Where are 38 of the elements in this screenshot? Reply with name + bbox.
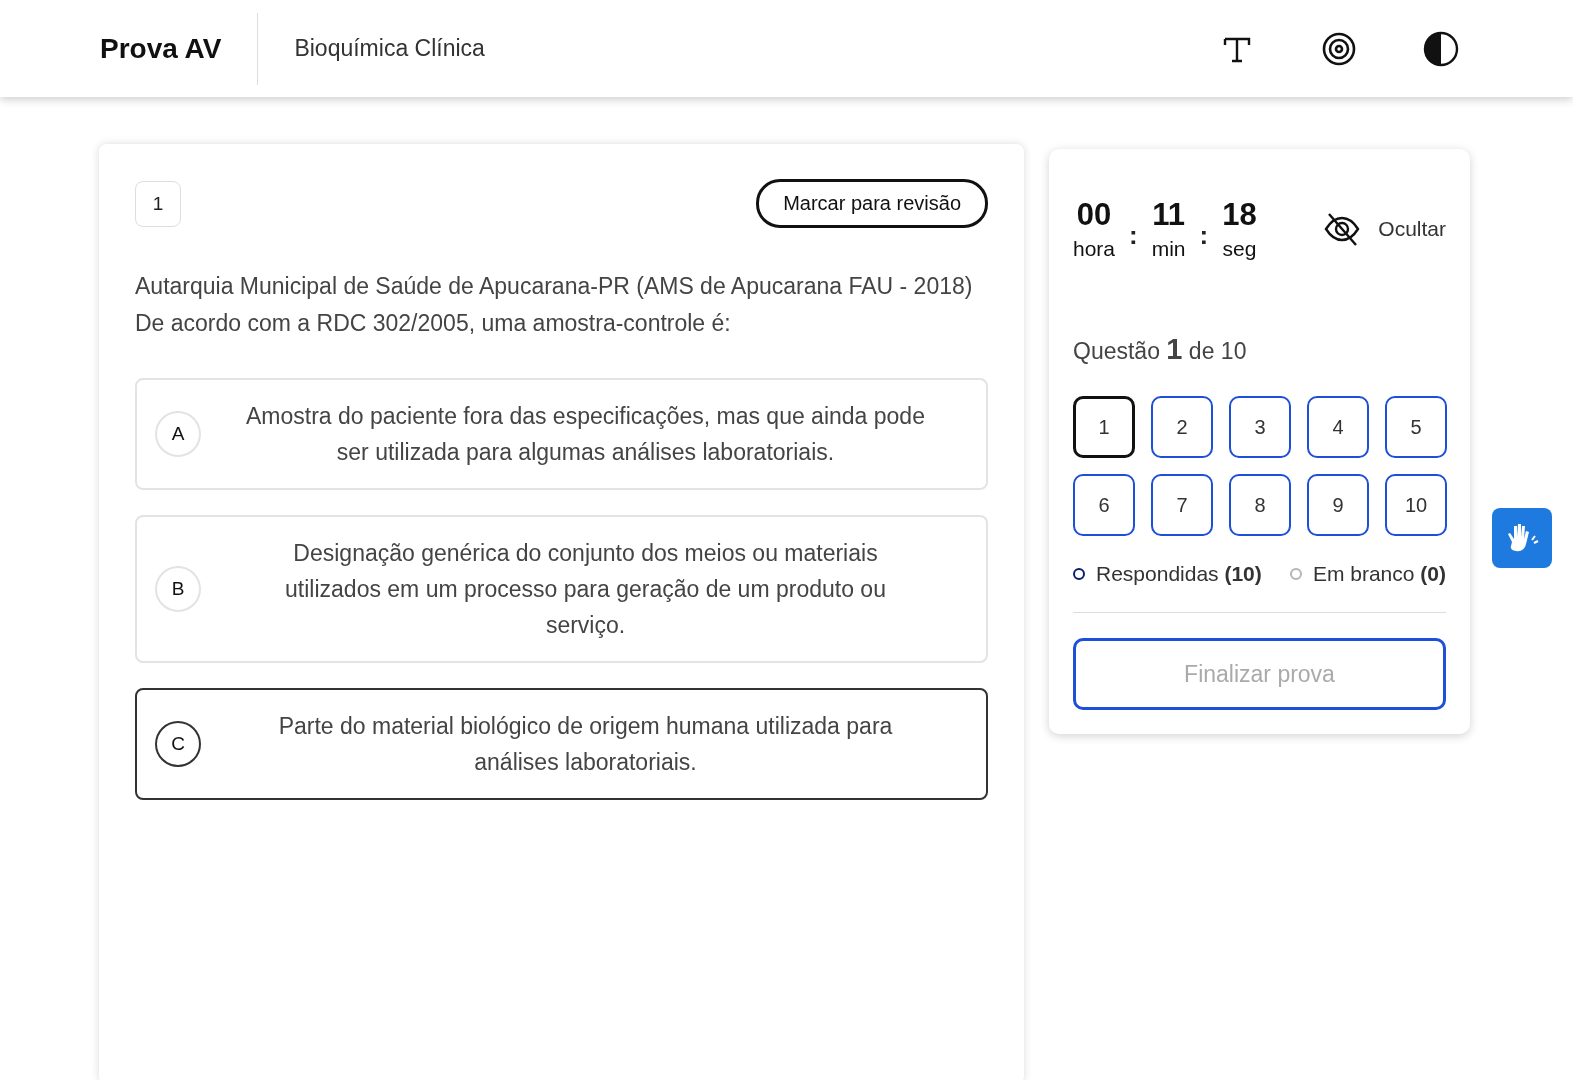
question-text: Autarquia Municipal de Saúde de Apucarana-PR (AMS de Apucarana FAU - 2018) De acordo com a RDC 302/2005, uma amostra-controle é:: [135, 272, 974, 338]
target-icon[interactable]: [1321, 30, 1357, 67]
legend-label: Em branco (0): [1312, 562, 1446, 586]
colon-separator: :: [1199, 219, 1209, 251]
question-nav-button[interactable]: 5: [1385, 396, 1447, 458]
question-nav-button[interactable]: 10: [1385, 474, 1447, 536]
question-nav-button[interactable]: 3: [1229, 396, 1291, 458]
option-text: Parte do material biológico de origem humana utilizada para análises laboratoriais.: [277, 712, 894, 777]
accessibility-button[interactable]: [1492, 508, 1552, 568]
option-letter: A: [155, 411, 201, 457]
option-text: Amostra do paciente fora das especificações, mas que ainda pode ser utilizada para algumas análises laboratoriais.: [245, 402, 926, 467]
timer-unit: hora: [1073, 237, 1116, 261]
timer-unit: min: [1151, 237, 1186, 261]
question-nav-button[interactable]: 4: [1307, 396, 1369, 458]
app-title: Prova AV: [100, 32, 223, 65]
question-nav-button[interactable]: 8: [1229, 474, 1291, 536]
colon-separator: :: [1129, 219, 1138, 251]
timer-value: 00: [1076, 197, 1112, 233]
option-letter: B: [155, 566, 201, 612]
question-number: 1: [135, 180, 181, 227]
subject-title: Bioquímica Clínica: [294, 35, 485, 62]
timer-value: 18: [1222, 197, 1257, 233]
legend-label: Respondidas (10): [1096, 562, 1262, 586]
answer-option[interactable]: B Designação genérica do conjunto dos meios ou materiais utilizados em um processo para geração de um produto ou serviço.: [135, 515, 988, 663]
question-nav-button[interactable]: 2: [1151, 396, 1213, 458]
hide-timer-button[interactable]: Ocultar: [1322, 209, 1446, 249]
question-nav-button[interactable]: 7: [1151, 474, 1213, 536]
answer-option[interactable]: A Amostra do paciente fora das especificações, mas que ainda pode ser utilizada para algumas análises laboratoriais.: [135, 378, 988, 490]
question-nav-button[interactable]: 6: [1073, 474, 1135, 536]
review-button[interactable]: Marcar para revisão: [756, 179, 988, 228]
option-text: Designação genérica do conjunto dos meios ou materiais utilizados em um processo para geração de um produto ou serviço.: [284, 539, 887, 640]
question-nav-button[interactable]: 9: [1307, 474, 1369, 536]
option-letter: C: [155, 721, 201, 767]
timer-unit: seg: [1222, 237, 1257, 261]
contrast-icon[interactable]: [1423, 30, 1459, 67]
answer-option[interactable]: C Parte do material biológico de origem humana utilizada para análises laboratoriais.: [135, 688, 988, 800]
timer-value: 11: [1152, 197, 1185, 233]
question-nav-button[interactable]: 1: [1073, 396, 1135, 458]
